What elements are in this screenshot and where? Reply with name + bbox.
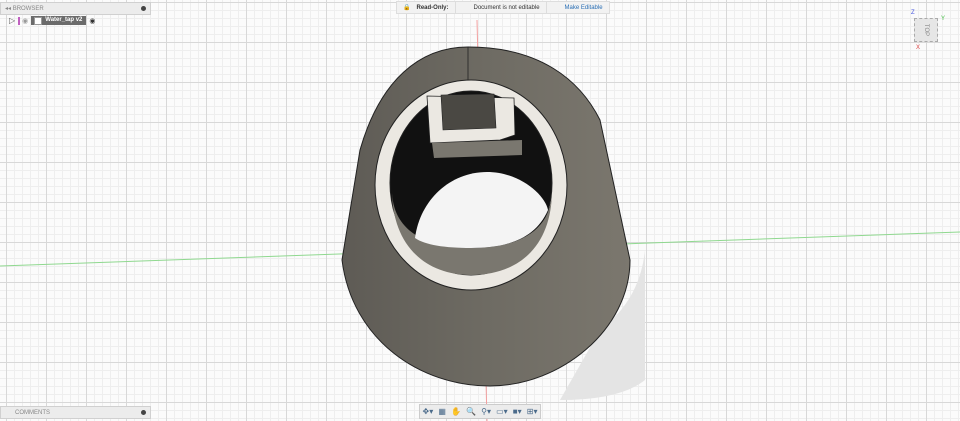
display-settings-icon[interactable]: ▭▾ <box>496 407 508 416</box>
orbit-icon[interactable]: ✥▾ <box>423 407 434 416</box>
expand-icon[interactable]: ▷ <box>9 16 15 25</box>
view-cube-face[interactable]: TOP <box>923 24 929 36</box>
browser-tree-row: ▷ ◉ Water_tap v2 ◉ <box>9 16 96 25</box>
lock-icon: 🔒 <box>403 5 411 11</box>
browser-panel: ◂◂ BROWSER <box>0 2 151 15</box>
comments-title: COMMENTS <box>15 409 50 416</box>
view-cube[interactable]: TOP <box>914 18 938 42</box>
browser-title: BROWSER <box>12 5 44 12</box>
activate-icon[interactable]: ◉ <box>89 17 95 25</box>
pin-icon[interactable] <box>141 6 146 11</box>
visual-style-icon[interactable]: ■▾ <box>513 407 522 416</box>
viewport-3d[interactable] <box>0 0 960 421</box>
read-only-label: Read-Only: <box>416 4 449 11</box>
x-axis-label: X <box>916 45 921 51</box>
grid-icon[interactable]: ⊞▾ <box>527 407 538 416</box>
pan-icon[interactable]: ✋ <box>451 407 461 416</box>
component-item[interactable]: Water_tap v2 <box>31 16 87 25</box>
visibility-icon[interactable]: ◉ <box>18 16 28 25</box>
z-axis-label: Z <box>911 10 915 16</box>
y-axis-label: Y <box>941 16 946 22</box>
collapse-icon[interactable]: ◂◂ <box>5 5 13 12</box>
read-only-message: Document is not editable <box>473 4 540 11</box>
make-editable-button[interactable]: Make Editable <box>559 5 609 11</box>
zoom-icon[interactable]: 🔍 <box>466 407 476 416</box>
read-only-banner: 🔒 Read-Only: Document is not editable Ma… <box>396 1 610 14</box>
add-comment-icon[interactable] <box>141 410 146 415</box>
look-at-icon[interactable]: ▦ <box>438 407 446 416</box>
comments-panel: COMMENTS <box>0 406 151 419</box>
fit-icon[interactable]: ⚲▾ <box>481 407 491 416</box>
navigation-toolbar: ✥▾ ▦ ✋ 🔍 ⚲▾ ▭▾ ■▾ ⊞▾ <box>419 404 541 419</box>
